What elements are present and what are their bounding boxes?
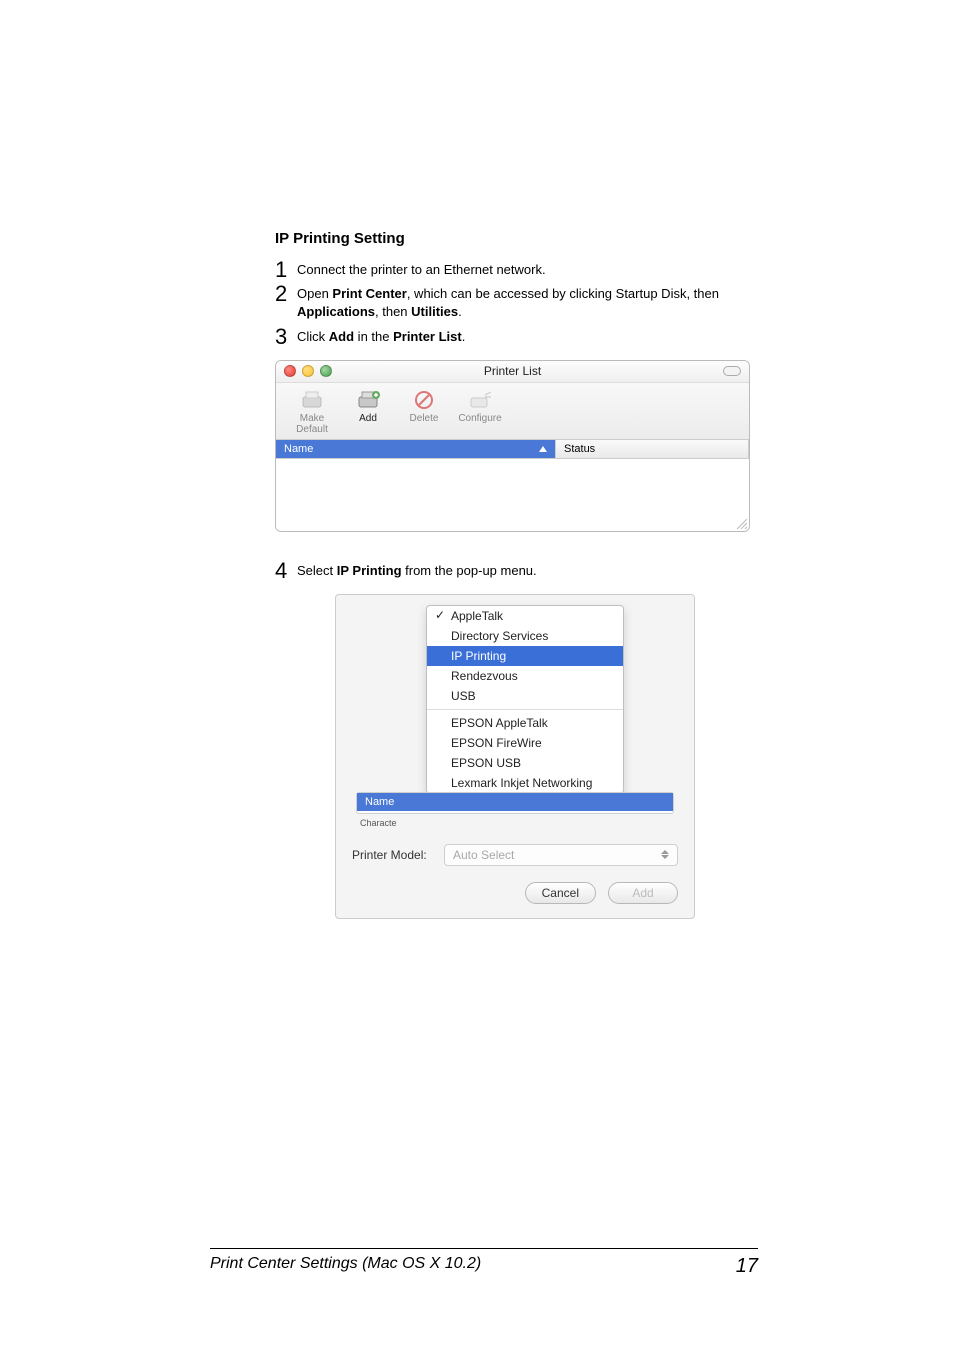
connection-sheet: AppleTalk Directory Services IP Printing… — [335, 594, 695, 919]
toolbar-label: Make Default — [296, 413, 328, 435]
menu-item-epson-usb[interactable]: EPSON USB — [427, 753, 623, 773]
printer-icon — [297, 389, 327, 411]
menu-item-rendezvous[interactable]: Rendezvous — [427, 666, 623, 686]
add-button[interactable]: Add — [608, 882, 678, 904]
page-number: 17 — [736, 1255, 758, 1278]
step-text: Open — [297, 286, 332, 301]
printer-model-value: Auto Select — [453, 848, 514, 862]
step-4: 4 Select IP Printing from the pop-up men… — [275, 562, 755, 580]
column-header-name[interactable]: Name — [276, 440, 556, 458]
toolbar-label: Configure — [458, 413, 501, 424]
bold-utilities: Utilities — [411, 304, 458, 319]
step-1: 1 Connect the printer to an Ethernet net… — [275, 261, 755, 279]
step-text: Click — [297, 329, 329, 344]
step-text: Connect the printer to an Ethernet netwo… — [297, 262, 546, 277]
step-number: 4 — [275, 556, 287, 587]
step-2: 2 Open Print Center, which can be access… — [275, 285, 755, 321]
step-text: . — [458, 304, 462, 319]
menu-item-epson-appletalk[interactable]: EPSON AppleTalk — [427, 713, 623, 733]
toolbar-label: Delete — [410, 413, 439, 424]
bold-print-center: Print Center — [332, 286, 406, 301]
menu-item-appletalk[interactable]: AppleTalk — [427, 606, 623, 626]
step-text: . — [462, 329, 466, 344]
connection-popup-menu[interactable]: AppleTalk Directory Services IP Printing… — [426, 605, 624, 794]
column-header-name[interactable]: Name — [357, 793, 673, 811]
bold-add: Add — [329, 329, 354, 344]
step-text: Select — [297, 563, 337, 578]
footer-title: Print Center Settings (Mac OS X 10.2) — [210, 1255, 481, 1278]
column-label: Status — [564, 443, 595, 455]
bold-applications: Applications — [297, 304, 375, 319]
character-set-label: Characte — [356, 816, 674, 830]
step-3: 3 Click Add in the Printer List. — [275, 328, 755, 346]
delete-icon — [409, 389, 439, 411]
menu-item-ip-printing[interactable]: IP Printing — [427, 646, 623, 666]
resize-handle-icon[interactable] — [735, 517, 747, 529]
printer-model-select[interactable]: Auto Select — [444, 844, 678, 866]
bold-ip-printing: IP Printing — [337, 563, 402, 578]
name-listbox: Name — [356, 792, 674, 814]
page-footer: Print Center Settings (Mac OS X 10.2) 17 — [210, 1248, 758, 1278]
toolbar-label: Add — [359, 413, 377, 424]
printer-list-body — [276, 459, 749, 531]
make-default-button: Make Default — [284, 387, 340, 437]
step-text: from the pop-up menu. — [402, 563, 537, 578]
printer-model-label: Printer Model: — [352, 848, 444, 862]
window-titlebar: Printer List — [276, 361, 749, 383]
window-title: Printer List — [276, 364, 749, 378]
cancel-button[interactable]: Cancel — [525, 882, 596, 904]
menu-separator — [427, 709, 623, 710]
section-heading: IP Printing Setting — [275, 230, 755, 247]
column-label: Name — [284, 443, 313, 455]
step-text: in the — [354, 329, 393, 344]
delete-button: Delete — [396, 387, 452, 437]
step-text: , which can be accessed by clicking Star… — [407, 286, 719, 301]
add-button[interactable]: Add — [340, 387, 396, 437]
step-number: 3 — [275, 322, 287, 353]
chevrons-icon — [661, 850, 669, 859]
menu-item-directory-services[interactable]: Directory Services — [427, 626, 623, 646]
configure-button: Configure — [452, 387, 508, 437]
menu-item-lexmark[interactable]: Lexmark Inkjet Networking — [427, 773, 623, 793]
configure-icon — [465, 389, 495, 411]
sort-indicator-icon — [539, 446, 547, 452]
step-number: 2 — [275, 279, 287, 310]
menu-item-usb[interactable]: USB — [427, 686, 623, 706]
printer-add-icon — [353, 389, 383, 411]
printer-list-window: Printer List Make Default Add Delete Con… — [275, 360, 750, 532]
toolbar-toggle-icon[interactable] — [723, 366, 741, 376]
bold-printer-list: Printer List — [393, 329, 462, 344]
step-text: , then — [375, 304, 411, 319]
menu-item-epson-firewire[interactable]: EPSON FireWire — [427, 733, 623, 753]
column-header-status[interactable]: Status — [556, 440, 749, 458]
